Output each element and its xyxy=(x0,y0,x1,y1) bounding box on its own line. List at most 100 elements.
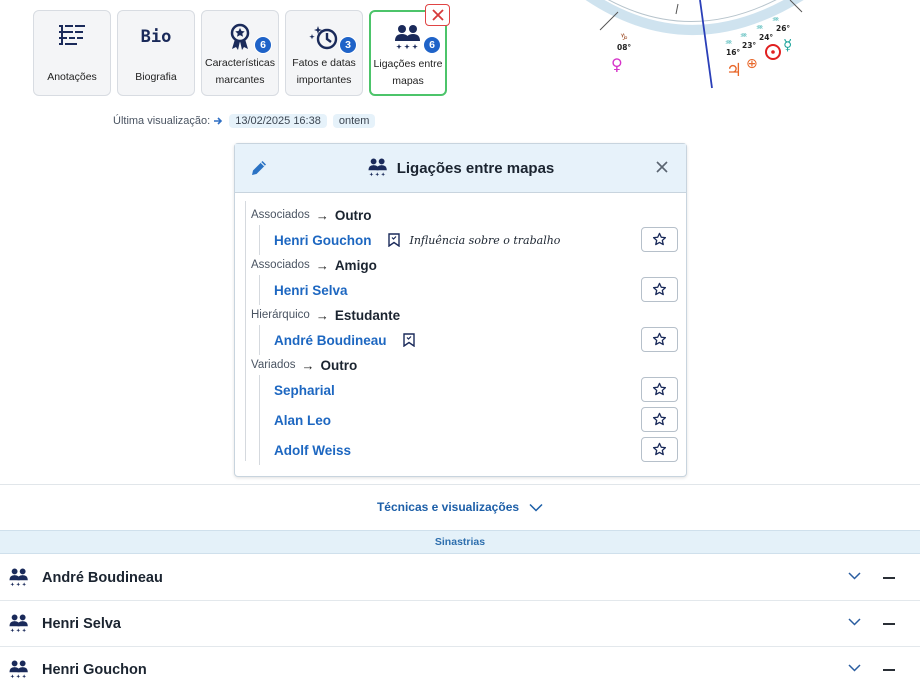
last-view-date: 13/02/2025 16:38 xyxy=(229,114,327,128)
bookmark-icon xyxy=(387,233,400,247)
tile-label-line2: importantes xyxy=(296,74,352,86)
tile-label: Biografia xyxy=(135,71,177,83)
subcategory-label: Amigo xyxy=(334,257,377,273)
tile-ligacoes[interactable]: Ligações entre mapas 6 xyxy=(369,4,450,96)
people-icon xyxy=(8,566,30,595)
tile-caracteristicas[interactable]: Características marcantes 6 xyxy=(201,10,279,96)
arrow-right-icon xyxy=(214,117,223,125)
arrow-right-icon: → xyxy=(315,257,329,273)
link-category: Associados → Amigo xyxy=(235,255,686,275)
link-category: Hierárquico → Estudante xyxy=(235,305,686,325)
history-icon xyxy=(309,21,339,53)
link-name[interactable]: Adolf Weiss xyxy=(274,443,351,458)
link-name[interactable]: Sepharial xyxy=(274,383,335,398)
star-icon xyxy=(652,232,667,246)
svg-text:♒: ♒ xyxy=(740,31,747,40)
people-icon xyxy=(393,22,423,54)
degree-label: 16° xyxy=(726,48,740,57)
tile-anotacoes[interactable]: Anotações xyxy=(33,10,111,96)
star-icon xyxy=(652,282,667,296)
chevron-down-icon[interactable] xyxy=(848,664,861,672)
close-icon xyxy=(431,9,444,21)
techniques-label: Técnicas e visualizações xyxy=(376,500,520,514)
synastry-name: André Boudineau xyxy=(42,569,163,586)
pencil-icon xyxy=(252,161,266,175)
tile-label-line1: Ligações entre xyxy=(373,58,443,70)
people-icon xyxy=(368,158,387,177)
favorite-button[interactable] xyxy=(641,277,678,302)
chevron-down-icon[interactable] xyxy=(848,572,861,580)
chevron-down-icon[interactable] xyxy=(848,618,861,626)
subcategory-label: Estudante xyxy=(334,307,401,323)
degree-label: 24° xyxy=(759,33,773,42)
tile-biografia[interactable]: Bio Biografia xyxy=(117,10,195,96)
synastries-header: Sinastrias xyxy=(0,530,920,554)
tile-fatos[interactable]: Fatos e datas importantes 3 xyxy=(285,10,363,96)
collapse-button[interactable] xyxy=(883,577,895,579)
techniques-toggle[interactable]: Técnicas e visualizações xyxy=(0,484,920,529)
bookmark-icon xyxy=(402,333,415,347)
category-label: Associados xyxy=(251,259,310,271)
tab-tiles: Anotações Bio Biografia Características … xyxy=(33,4,450,96)
category-label: Variados xyxy=(251,359,296,371)
category-label: Hierárquico xyxy=(251,309,310,321)
count-badge: 6 xyxy=(423,36,441,54)
synastry-name: Henri Selva xyxy=(42,615,121,632)
close-icon xyxy=(656,161,668,173)
people-icon xyxy=(8,612,30,641)
last-view-relative: ontem xyxy=(332,114,376,128)
bio-icon-text: Bio xyxy=(140,27,172,47)
synastry-item[interactable]: André Boudineau xyxy=(0,555,920,601)
arrow-right-icon: → xyxy=(315,307,329,323)
tile-label-line1: Características xyxy=(204,57,276,69)
close-tile-button[interactable] xyxy=(425,4,450,26)
last-view-label: Última visualização: xyxy=(113,115,211,127)
degree-label: 26° xyxy=(776,24,790,33)
close-panel-button[interactable] xyxy=(655,160,669,179)
last-view-info: Última visualização: 13/02/2025 16:38 on… xyxy=(113,114,376,128)
award-icon xyxy=(227,21,253,53)
svg-text:♒: ♒ xyxy=(725,38,732,47)
favorite-button[interactable] xyxy=(641,377,678,402)
link-item: Adolf Weiss xyxy=(235,435,686,465)
tile-label: Anotações xyxy=(47,71,97,83)
favorite-button[interactable] xyxy=(641,227,678,252)
chevron-down-icon xyxy=(529,503,543,512)
svg-text:♀: ♀ xyxy=(611,55,623,74)
link-category: Associados → Outro xyxy=(235,205,686,225)
svg-text:♑: ♑ xyxy=(620,33,628,43)
star-icon xyxy=(652,382,667,396)
degree-label: 23° xyxy=(742,41,756,50)
link-item: Henri Gouchon Influência sobre o trabalh… xyxy=(235,225,686,255)
synastry-name: Henri Gouchon xyxy=(42,661,147,678)
star-icon xyxy=(652,332,667,346)
svg-text:⊕: ⊕ xyxy=(746,56,758,72)
synastry-item[interactable]: Henri Selva xyxy=(0,601,920,647)
link-item: Henri Selva xyxy=(235,275,686,305)
svg-text:♃: ♃ xyxy=(726,60,742,81)
collapse-button[interactable] xyxy=(883,669,895,671)
tile-label-line2: mapas xyxy=(392,75,424,87)
tile-label-line1: Fatos e datas xyxy=(292,57,356,69)
favorite-button[interactable] xyxy=(641,407,678,432)
degree-label: 08° xyxy=(617,43,631,52)
link-name[interactable]: Alan Leo xyxy=(274,413,331,428)
link-name[interactable]: Henri Selva xyxy=(274,283,348,298)
favorite-button[interactable] xyxy=(641,437,678,462)
links-tree: Associados → Outro Henri Gouchon Influên… xyxy=(235,193,686,465)
link-item: Sepharial xyxy=(235,375,686,405)
panel-header: Ligações entre mapas xyxy=(235,144,686,193)
collapse-button[interactable] xyxy=(883,623,895,625)
panel-title: Ligações entre mapas xyxy=(396,159,555,177)
link-name[interactable]: Henri Gouchon xyxy=(274,233,372,248)
subcategory-label: Outro xyxy=(334,207,372,223)
link-item: André Boudineau xyxy=(235,325,686,355)
people-icon xyxy=(8,658,30,687)
synastry-item[interactable]: Henri Gouchon xyxy=(0,647,920,690)
links-panel: Ligações entre mapas Associados → Outro … xyxy=(234,143,687,477)
favorite-button[interactable] xyxy=(641,327,678,352)
link-name[interactable]: André Boudineau xyxy=(274,333,387,348)
link-category: Variados → Outro xyxy=(235,355,686,375)
edit-button[interactable] xyxy=(249,158,269,183)
tile-label-line2: marcantes xyxy=(215,74,265,86)
